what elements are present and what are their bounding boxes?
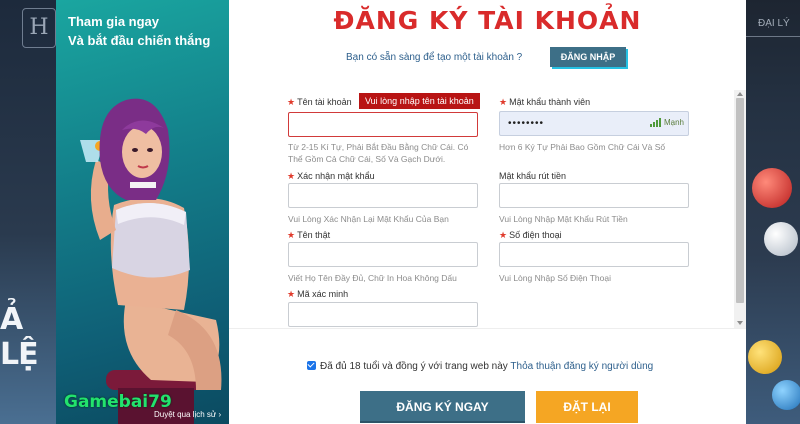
- background-logo: H: [22, 8, 56, 48]
- captcha-label-text: Mã xác minh: [297, 289, 349, 299]
- password-strength: Mạnh: [649, 118, 684, 127]
- required-star-icon: ★: [499, 230, 508, 240]
- register-panel: ĐĂNG KÝ TÀI KHOẢN Bạn có sẵn sàng để tạo…: [229, 0, 746, 424]
- phone-input[interactable]: [499, 242, 689, 267]
- username-label-text: Tên tài khoản: [297, 97, 352, 107]
- username-label: ★ Tên tài khoản: [287, 97, 352, 108]
- username-input[interactable]: [288, 112, 478, 137]
- username-hint: Từ 2-15 Kí Tự, Phải Bắt Đầu Bằng Chữ Cái…: [288, 142, 469, 164]
- scroll-down-arrow-icon[interactable]: [737, 321, 743, 325]
- username-error-tooltip: Vui lòng nhập tên tài khoản: [359, 93, 480, 109]
- required-star-icon: ★: [499, 97, 508, 107]
- promo-line-2: Và bắt đầu chiến thắng: [68, 33, 211, 48]
- lottery-ball-icon: [752, 168, 792, 208]
- login-button[interactable]: ĐĂNG NHẬP: [550, 47, 626, 67]
- background-banner-text: Ả LỆ: [0, 302, 39, 372]
- confirm-password-input[interactable]: [288, 183, 478, 208]
- withdraw-password-hint: Vui Lòng Nhập Mật Khẩu Rút Tiền: [499, 214, 628, 224]
- real-name-label: ★ Tên thật: [287, 230, 330, 241]
- lottery-ball-icon: [748, 340, 782, 374]
- password-input[interactable]: •••••••• Mạnh: [499, 111, 689, 136]
- captcha-input[interactable]: [288, 302, 478, 327]
- promo-line-1: Tham gia ngay: [68, 14, 160, 29]
- required-star-icon: ★: [287, 171, 296, 181]
- confirm-password-hint: Vui Lòng Xác Nhận Lại Mật Khẩu Của Bạn: [288, 214, 449, 224]
- agreement-row: Đã đủ 18 tuổi và đồng ý với trang web nà…: [307, 361, 653, 372]
- lottery-ball-icon: [772, 380, 800, 410]
- scroll-up-arrow-icon[interactable]: [737, 92, 743, 96]
- agreement-link[interactable]: Thỏa thuận đăng ký người dùng: [510, 361, 653, 372]
- phone-hint: Vui Lòng Nhập Số Điện Thoại: [499, 273, 611, 283]
- required-star-icon: ★: [287, 289, 296, 299]
- history-link[interactable]: Duyệt qua lịch sử ›: [154, 410, 221, 419]
- withdraw-password-label: Mật khẩu rút tiền: [499, 171, 567, 181]
- password-label: ★ Mật khẩu thành viên: [499, 97, 590, 108]
- password-label-text: Mật khẩu thành viên: [509, 97, 591, 107]
- promo-panel: Tham gia ngay Và bắt đầu chiến thắng Gam…: [56, 0, 229, 424]
- confirm-password-label-text: Xác nhận mật khẩu: [297, 171, 375, 181]
- form-scrollbar[interactable]: [734, 90, 746, 328]
- login-question: Bạn có sẵn sàng để tạo một tài khoản ?: [346, 52, 523, 63]
- password-hint: Hơn 6 Ký Tự Phải Bao Gồm Chữ Cái Và Số: [499, 142, 666, 152]
- agreement-text: Đã đủ 18 tuổi và đồng ý với trang web nà…: [320, 361, 508, 372]
- phone-label: ★ Số điện thoại: [499, 230, 562, 241]
- register-form: ★ Tên tài khoản Vui lòng nhập tên tài kho…: [229, 90, 734, 328]
- password-value: ••••••••: [508, 118, 545, 129]
- signal-bars-icon: [649, 118, 662, 127]
- agreement-checkbox[interactable]: [307, 361, 316, 370]
- page-title: ĐĂNG KÝ TÀI KHOẢN: [333, 6, 642, 35]
- lottery-ball-icon: [764, 222, 798, 256]
- brand-logo: Gamebai79: [64, 392, 172, 412]
- withdraw-password-input[interactable]: [499, 183, 689, 208]
- background-site-left: H Ả LỆ: [0, 0, 56, 424]
- password-strength-text: Mạnh: [663, 118, 684, 127]
- promo-character-illustration: [80, 98, 222, 424]
- footer-divider: [229, 328, 746, 329]
- promo-title: Tham gia ngay Và bắt đầu chiến thắng: [68, 12, 210, 50]
- background-divider: [746, 36, 800, 37]
- real-name-input[interactable]: [288, 242, 478, 267]
- real-name-hint: Viết Họ Tên Đầy Đủ, Chữ In Hoa Không Dấu: [288, 273, 457, 283]
- real-name-label-text: Tên thật: [297, 230, 331, 240]
- phone-label-text: Số điện thoại: [509, 230, 562, 240]
- background-site-right: [746, 0, 800, 424]
- background-menu-agent[interactable]: ĐẠI LÝ: [758, 18, 790, 29]
- required-star-icon: ★: [287, 230, 296, 240]
- reset-button[interactable]: ĐẶT LẠI: [536, 391, 638, 423]
- captcha-label: ★ Mã xác minh: [287, 289, 348, 300]
- register-button[interactable]: ĐĂNG KÝ NGAY: [360, 391, 525, 423]
- confirm-password-label: ★ Xác nhận mật khẩu: [287, 171, 375, 182]
- required-star-icon: ★: [287, 97, 296, 107]
- scroll-thumb[interactable]: [736, 98, 744, 303]
